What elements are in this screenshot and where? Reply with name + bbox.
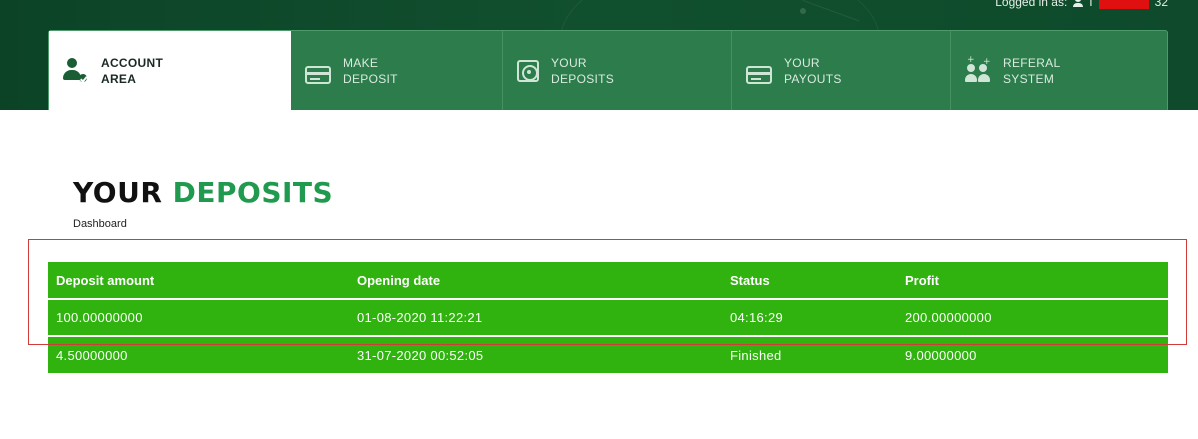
- safe-icon: [517, 60, 539, 82]
- username-prefix: I: [1089, 0, 1093, 9]
- cell-deposit-amount: 4.50000000: [56, 347, 128, 363]
- cell-deposit-amount: 100.00000000: [48, 299, 349, 337]
- account-nav-tabs: ACCOUNT AREA MAKE DEPOSIT YOUR DEPOSITS YOU…: [48, 30, 1168, 110]
- card-icon: [305, 66, 331, 84]
- deposits-table-container: Deposit amount Opening date Status Profi…: [48, 262, 1168, 373]
- page-title-part2: DEPOSITS: [172, 176, 334, 209]
- column-header-deposit-amount: Deposit amount: [48, 262, 349, 300]
- table-header-row: Deposit amount Opening date Status Profi…: [48, 262, 1168, 300]
- tab-label: YOUR DEPOSITS: [551, 56, 615, 86]
- card-icon: [746, 66, 772, 84]
- page-title-part1: YOUR: [73, 176, 163, 209]
- site-header: Logged in as: I 32 ACCOUNT AREA MAKE DEPOS…: [0, 0, 1198, 110]
- user-icon: [1073, 0, 1084, 7]
- tab-label: REFERAL SYSTEM: [1003, 56, 1061, 86]
- tab-your-deposits[interactable]: YOUR DEPOSITS: [503, 31, 732, 110]
- column-header-opening-date: Opening date: [349, 262, 722, 300]
- logged-in-label: Logged in as:: [995, 0, 1068, 9]
- username-tail: 32: [1154, 0, 1168, 9]
- tab-account-area[interactable]: ACCOUNT AREA: [49, 31, 291, 110]
- column-header-profit: Profit: [897, 262, 1168, 300]
- redacted-username: [1098, 0, 1149, 9]
- people-icon: + +: [965, 56, 991, 84]
- tab-label: YOUR PAYOUTS: [784, 56, 842, 86]
- tab-label: MAKE DEPOSIT: [343, 56, 398, 86]
- cell-profit: 9.00000000: [905, 347, 977, 363]
- page-title: YOUR DEPOSITS: [73, 176, 333, 209]
- cell-status: Finished: [730, 347, 782, 363]
- cell-opening-date: 31-07-2020 00:52:05: [357, 347, 484, 363]
- tab-label: ACCOUNT AREA: [101, 56, 164, 86]
- breadcrumb[interactable]: Dashboard: [73, 218, 127, 230]
- tab-your-payouts[interactable]: YOUR PAYOUTS: [732, 31, 951, 110]
- deposits-table: Deposit amount Opening date Status Profi…: [48, 262, 1168, 373]
- cell-status: 04:16:29: [722, 299, 897, 337]
- cell-opening-date: 01-08-2020 11:22:21: [349, 299, 722, 337]
- cell-profit: 200.00000000: [897, 299, 1168, 337]
- table-row: 100.00000000 01-08-2020 11:22:21 04:16:2…: [48, 299, 1168, 337]
- column-header-status: Status: [722, 262, 897, 300]
- tab-make-deposit[interactable]: MAKE DEPOSIT: [291, 31, 503, 110]
- tab-referal-system[interactable]: + + REFERAL SYSTEM: [951, 31, 1167, 110]
- table-row: 4.50000000 31-07-2020 00:52:05 Finished …: [48, 336, 1168, 373]
- account-check-icon: [63, 58, 89, 84]
- logged-in-indicator: Logged in as: I 32: [995, 0, 1168, 10]
- header-decoration-dot: [800, 8, 806, 14]
